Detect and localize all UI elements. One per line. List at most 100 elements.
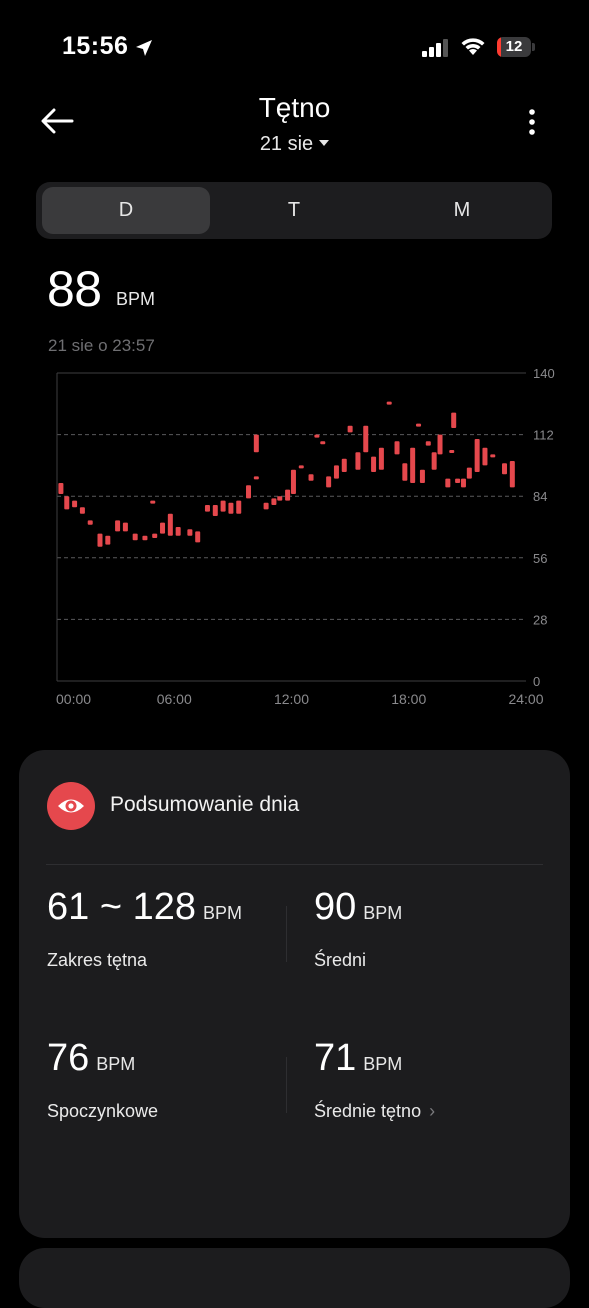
hr-range-bar [466,467,472,479]
tab-week[interactable]: T [210,187,378,234]
y-tick-label: 28 [533,612,547,627]
hr-range-bar [402,463,408,481]
stat-resting-value: 76 BPM [47,1037,136,1079]
hr-range-bar [253,434,259,453]
hr-range-bar [105,535,111,545]
hr-range-bar [97,533,103,547]
hr-range-bar [58,483,64,494]
date-selector[interactable]: 21 sie [0,133,589,156]
hr-range-bar [474,439,480,472]
stat-avg-hr-link[interactable]: Średnie tętno › [314,1101,435,1122]
hr-range-bar [152,533,158,538]
hr-range-bar [371,456,377,472]
reading-timestamp: 21 sie o 23:57 [48,336,155,355]
hr-range-bar [277,496,283,501]
tab-day[interactable]: D [42,187,210,234]
hr-range-bar [455,478,461,483]
hr-range-bar [220,500,226,512]
hr-range-bar [355,452,361,470]
x-tick-label: 00:00 [56,691,91,707]
hr-range-bar [326,476,332,488]
stat-resting-label: Spoczynkowe [47,1101,159,1121]
hr-range-bar [363,425,369,453]
hr-range-bar [509,461,515,488]
hr-range-bar [378,447,384,470]
battery-level: 12 [505,38,523,55]
summary-title: Podsumowanie dnia [110,793,300,816]
hr-range-bar [271,498,277,505]
y-tick-label: 56 [533,551,547,566]
hr-range-bar [175,527,181,536]
hr-range-bar [449,450,455,453]
status-time: 15:56 [62,32,129,60]
hr-range-bar [386,401,392,405]
hr-range-bar [212,505,218,516]
hr-range-bar [204,505,210,512]
x-tick-label: 06:00 [157,691,192,707]
wifi-icon [461,38,485,55]
hr-range-bar [445,478,451,488]
more-vertical-icon[interactable] [522,108,542,136]
hr-range-bar [482,447,488,466]
hr-range-bar [87,520,93,525]
hr-range-bar [187,529,193,536]
chevron-right-icon: › [429,1101,436,1121]
stat-average-label: Średni [314,950,367,970]
hr-range-bar [419,469,425,483]
y-tick-label: 84 [533,489,547,504]
x-tick-label: 24:00 [508,691,543,707]
stat-range-label: Zakres tętna [47,950,148,970]
hr-range-bar [320,441,326,445]
y-tick-label: 0 [533,674,540,689]
y-tick-label: 140 [533,366,555,381]
hr-range-bar [263,502,269,510]
hr-range-bar [64,496,70,510]
heart-rate-chart[interactable]: 0 28 56 84 112 140 00:00 06:00 12:00 18:00 24:00 [0,360,589,710]
hr-range-bar [425,441,431,446]
tab-month[interactable]: M [378,187,546,234]
eye-icon [47,782,95,830]
hr-range-bar [298,465,304,469]
hr-range-bar [195,531,201,543]
hr-range-bar [79,507,85,514]
hr-range-bar [308,474,314,481]
stat-avg-hr-value: 71 BPM [314,1037,403,1079]
divider [46,864,543,865]
current-bpm-unit: BPM [116,289,156,309]
hr-range-bar [246,485,252,499]
divider [286,1057,287,1113]
hr-range-bar [502,463,508,475]
x-tick-label: 18:00 [391,691,426,707]
hr-range-bar [431,452,437,470]
hr-range-bar [437,434,443,455]
location-arrow-icon [136,40,152,56]
caret-down-icon [319,139,330,146]
hr-range-bar [290,469,296,494]
hr-range-bar [253,476,259,480]
divider [286,906,287,962]
hr-range-bar [122,522,128,532]
hr-range-bar [142,535,148,541]
next-card [19,1248,570,1308]
hr-range-bar [72,500,78,508]
hr-range-bar [236,500,242,514]
hr-range-bar [341,458,347,472]
hr-range-bar [333,465,339,479]
page-title: Tętno [258,92,331,123]
hr-range-bar [132,533,138,541]
hr-range-bar [115,520,121,532]
stat-range-value: 61 ~ 128 BPM [47,886,242,928]
hr-range-bar [285,489,291,501]
hr-range-bar [460,478,466,488]
battery-icon: 12 [497,37,537,59]
current-bpm-value: 88 [47,261,102,317]
hr-range-bar [167,513,173,536]
hr-range-bar [451,412,457,428]
hr-range-bar [160,522,166,534]
hr-range-bar [416,423,422,427]
date-label: 21 sie [259,133,314,155]
hr-range-bar [150,500,156,504]
cellular-signal-icon [422,39,448,57]
hr-range-bar [410,447,416,483]
y-tick-label: 112 [533,428,554,443]
